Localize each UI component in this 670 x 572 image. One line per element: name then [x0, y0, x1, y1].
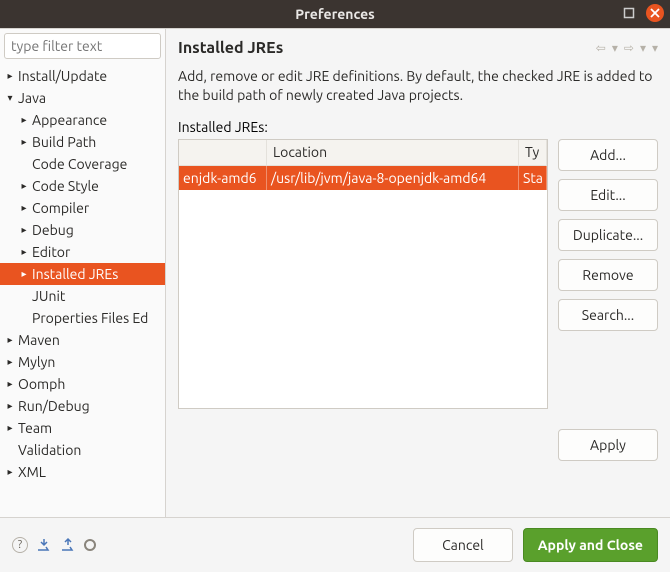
tree-item[interactable]: ▸Editor	[0, 241, 165, 263]
tree-item[interactable]: ▸XML	[0, 461, 165, 483]
tree-item-label: Appearance	[32, 112, 107, 128]
tree-item-label: Editor	[32, 244, 70, 260]
table-buttons: Add... Edit... Duplicate... Remove Searc…	[558, 139, 658, 409]
tree-item-label: Validation	[18, 442, 81, 458]
search-button[interactable]: Search...	[558, 299, 658, 331]
col-location[interactable]: Location	[267, 140, 519, 165]
tree-item[interactable]: Code Coverage	[0, 153, 165, 175]
apply-button[interactable]: Apply	[558, 429, 658, 461]
tree-item-label: Debug	[32, 222, 74, 238]
nav-forward-icon[interactable]: ⇨	[624, 41, 634, 55]
expand-icon[interactable]: ▸	[18, 268, 30, 280]
cell-name: enjdk-amd6	[179, 166, 267, 190]
tree-item-label: Run/Debug	[18, 398, 90, 414]
tree-item-label: Build Path	[32, 134, 96, 150]
col-type[interactable]: Ty	[519, 140, 547, 165]
add-button[interactable]: Add...	[558, 139, 658, 171]
window-title: Preferences	[295, 6, 375, 22]
expand-icon[interactable]: ▸	[18, 202, 30, 214]
tree-item-label: Team	[18, 420, 52, 436]
tree-item-label: Compiler	[32, 200, 89, 216]
tree-item[interactable]: Properties Files Ed	[0, 307, 165, 329]
tree-item[interactable]: ▸Debug	[0, 219, 165, 241]
expand-icon[interactable]: ▸	[4, 422, 16, 434]
table-header: Location Ty	[179, 140, 547, 166]
page-title: Installed JREs	[178, 39, 283, 57]
tree-item[interactable]: ▸Oomph	[0, 373, 165, 395]
close-icon[interactable]	[646, 4, 664, 22]
tree-item[interactable]: ▸Run/Debug	[0, 395, 165, 417]
tree-item-label: Mylyn	[18, 354, 55, 370]
titlebar: Preferences	[0, 0, 670, 28]
tree-item[interactable]: ▸Mylyn	[0, 351, 165, 373]
edit-button[interactable]: Edit...	[558, 179, 658, 211]
tree-item-label: Maven	[18, 332, 60, 348]
tree-item-label: Code Style	[32, 178, 99, 194]
page-nav-icons: ⇦ ▾ ⇨ ▾ ▾	[596, 41, 658, 55]
tree-item-label: Oomph	[18, 376, 65, 392]
tree-item[interactable]: ▸Code Style	[0, 175, 165, 197]
expand-icon[interactable]: ▸	[18, 114, 30, 126]
cell-location: /usr/lib/jvm/java-8-openjdk-amd64	[267, 166, 519, 190]
tree-item[interactable]: JUnit	[0, 285, 165, 307]
tree-item-label: JUnit	[32, 288, 65, 304]
apply-close-button[interactable]: Apply and Close	[523, 528, 658, 562]
expand-icon[interactable]: ▸	[4, 334, 16, 346]
maximize-icon[interactable]	[620, 4, 638, 22]
import-icon[interactable]	[36, 537, 52, 554]
tree-item[interactable]: ▸Install/Update	[0, 65, 165, 87]
col-name[interactable]	[179, 140, 267, 165]
tree-item[interactable]: ▸Maven	[0, 329, 165, 351]
tree-item[interactable]: ▾Java	[0, 87, 165, 109]
tree-item-label: Properties Files Ed	[32, 310, 148, 326]
preferences-window: Preferences ▸Install/Update▾Java▸Appeara…	[0, 0, 670, 572]
main-panel: Installed JREs ⇦ ▾ ⇨ ▾ ▾ Add, remove or …	[166, 29, 670, 517]
expand-icon[interactable]: ▾	[4, 92, 16, 104]
menu-icon[interactable]: ▾	[652, 41, 658, 55]
tree-item-label: XML	[18, 464, 46, 480]
page-description: Add, remove or edit JRE definitions. By …	[178, 67, 658, 105]
filter-input[interactable]	[4, 33, 161, 59]
tree-item-label: Code Coverage	[32, 156, 127, 172]
sidebar: ▸Install/Update▾Java▸Appearance▸Build Pa…	[0, 29, 166, 517]
tree-item[interactable]: ▸Appearance	[0, 109, 165, 131]
expand-icon[interactable]: ▸	[4, 400, 16, 412]
duplicate-button[interactable]: Duplicate...	[558, 219, 658, 251]
expand-icon[interactable]: ▸	[4, 356, 16, 368]
titlebar-buttons	[620, 4, 664, 22]
filter-container	[4, 33, 161, 59]
tree-item[interactable]: ▸Installed JREs	[0, 263, 165, 285]
tree-item[interactable]: ▸Build Path	[0, 131, 165, 153]
table-label: Installed JREs:	[178, 119, 658, 135]
expand-icon[interactable]: ▸	[4, 70, 16, 82]
cancel-button[interactable]: Cancel	[413, 528, 513, 562]
table-row[interactable]: enjdk-amd6/usr/lib/jvm/java-8-openjdk-am…	[179, 166, 547, 190]
expand-icon[interactable]: ▸	[18, 180, 30, 192]
preferences-tree[interactable]: ▸Install/Update▾Java▸Appearance▸Build Pa…	[0, 63, 165, 517]
expand-icon[interactable]: ▸	[18, 224, 30, 236]
help-icon[interactable]: ?	[12, 537, 28, 553]
tree-item-label: Installed JREs	[32, 266, 118, 282]
record-icon[interactable]	[84, 539, 96, 551]
tree-item[interactable]: ▸Team	[0, 417, 165, 439]
footer-icons: ?	[12, 537, 96, 554]
nav-back-icon[interactable]: ⇦	[596, 41, 606, 55]
cell-type: Sta	[519, 166, 547, 190]
footer: ? Cancel Apply and Close	[0, 517, 670, 572]
remove-button[interactable]: Remove	[558, 259, 658, 291]
expand-icon[interactable]: ▸	[18, 246, 30, 258]
chevron-down-icon[interactable]: ▾	[640, 41, 646, 55]
tree-item-label: Java	[18, 90, 46, 106]
expand-icon[interactable]: ▸	[4, 378, 16, 390]
expand-icon[interactable]: ▸	[18, 136, 30, 148]
export-icon[interactable]	[60, 537, 76, 554]
tree-item[interactable]: Validation	[0, 439, 165, 461]
jre-table[interactable]: Location Ty enjdk-amd6/usr/lib/jvm/java-…	[178, 139, 548, 409]
tree-item-label: Install/Update	[18, 68, 107, 84]
chevron-down-icon[interactable]: ▾	[612, 41, 618, 55]
expand-icon[interactable]: ▸	[4, 466, 16, 478]
tree-item[interactable]: ▸Compiler	[0, 197, 165, 219]
